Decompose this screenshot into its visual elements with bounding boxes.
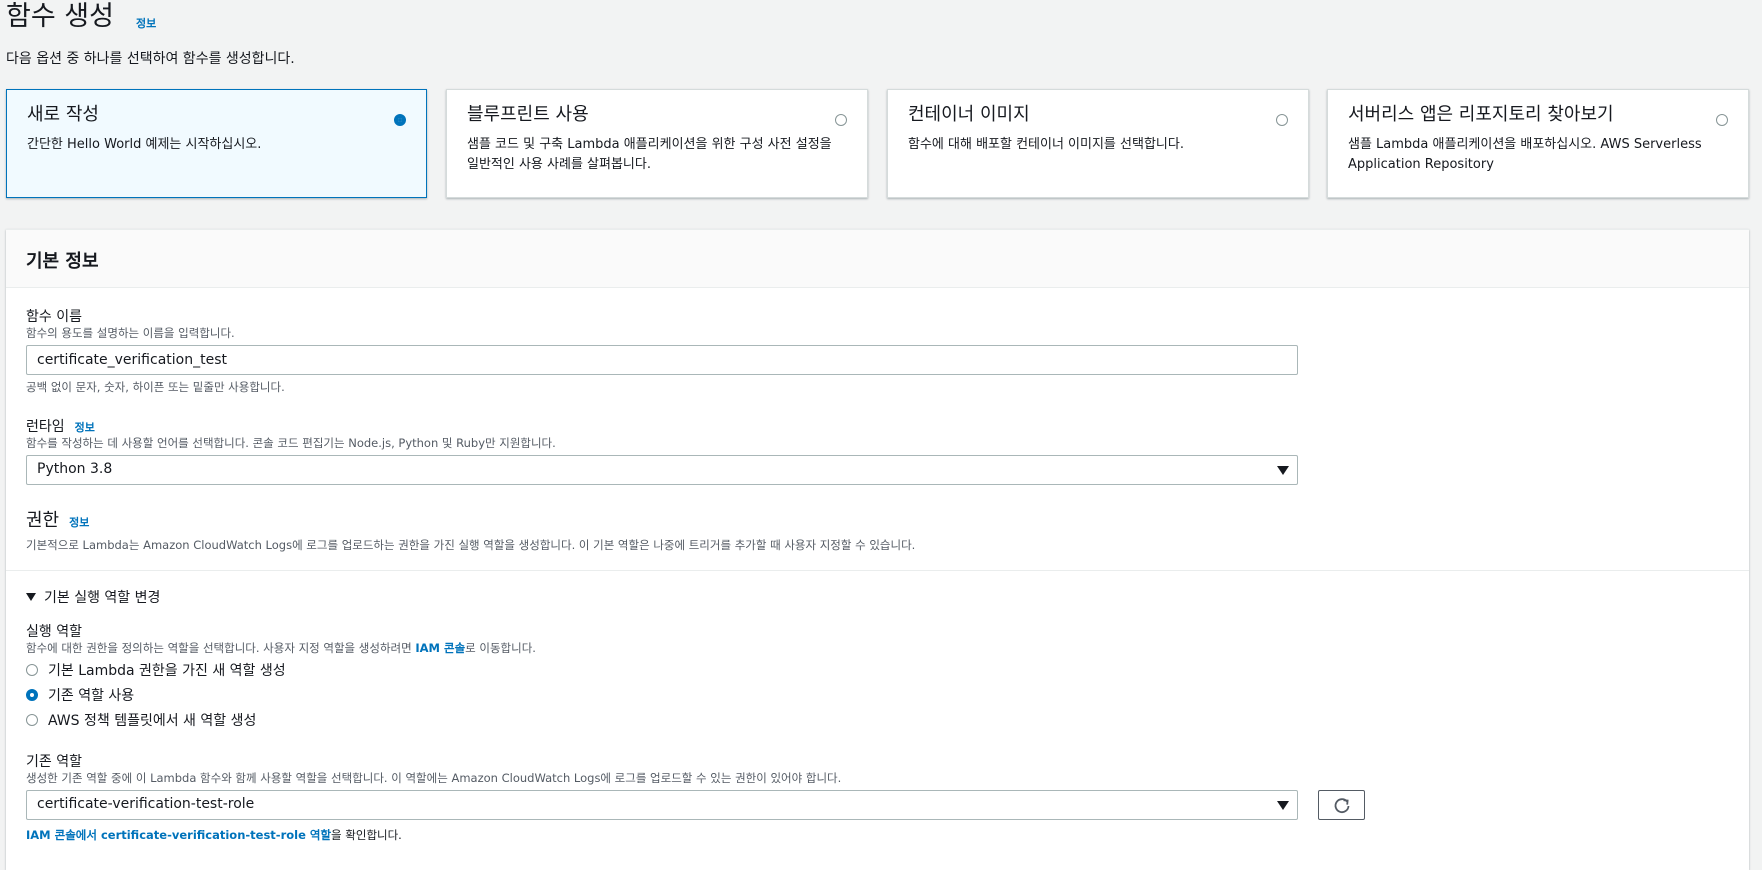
radio-button[interactable] xyxy=(26,664,38,676)
option-radio[interactable] xyxy=(1276,114,1288,126)
panel-header: 기본 정보 xyxy=(6,230,1749,288)
radio-label: AWS 정책 템플릿에서 새 역할 생성 xyxy=(48,713,257,729)
option-card-blueprint[interactable]: 블루프린트 사용 샘플 코드 및 구축 Lambda 애플리케이션을 위한 구성… xyxy=(446,89,868,198)
footer-suffix: 을 확인합니다. xyxy=(331,828,402,842)
option-card-author-from-scratch[interactable]: 새로 작성 간단한 Hello World 예제는 시작하십시오. xyxy=(6,89,427,198)
permissions-title: 권한 정보 xyxy=(26,506,89,532)
function-name-input[interactable] xyxy=(26,345,1298,375)
existing-role-select[interactable]: certificate-verification-test-role xyxy=(26,790,1298,820)
option-radio[interactable] xyxy=(835,114,847,126)
divider xyxy=(6,570,1749,571)
role-option-new-basic[interactable]: 기본 Lambda 권한을 가진 새 역할 생성 xyxy=(26,660,286,680)
description-text: 로 이동합니다. xyxy=(465,641,536,655)
page-title: 함수 생성 xyxy=(6,1,114,32)
radio-button[interactable] xyxy=(26,714,38,726)
radio-label: 기본 Lambda 권한을 가진 새 역할 생성 xyxy=(48,663,286,679)
option-description: 샘플 Lambda 애플리케이션을 배포하십시오. AWS Serverless… xyxy=(1348,137,1702,172)
caret-down-icon xyxy=(26,593,36,601)
permissions-info-link[interactable]: 정보 xyxy=(69,516,89,529)
option-card-serverless-repo[interactable]: 서버리스 앱은 리포지토리 찾아보기 샘플 Lambda 애플리케이션을 배포하… xyxy=(1327,89,1749,198)
option-description: 샘플 코드 및 구축 Lambda 애플리케이션을 위한 구성 사전 설정을 일… xyxy=(467,137,832,172)
option-radio[interactable] xyxy=(394,114,406,126)
role-option-existing[interactable]: 기존 역할 사용 xyxy=(26,685,134,705)
function-name-description: 함수의 용도를 설명하는 이름을 입력합니다. xyxy=(26,326,235,340)
iam-console-link[interactable]: IAM 콘솔 xyxy=(415,641,465,655)
iam-role-link[interactable]: IAM 콘솔에서 certificate-verification-test-r… xyxy=(26,828,331,842)
runtime-selected-value: Python 3.8 xyxy=(37,461,113,477)
function-name-hint: 공백 없이 문자, 숫자, 하이픈 또는 밑줄만 사용합니다. xyxy=(26,380,285,394)
radio-label: 기존 역할 사용 xyxy=(48,688,135,704)
option-title: 새로 작성 xyxy=(27,104,99,125)
change-execution-role-toggle[interactable]: 기본 실행 역할 변경 xyxy=(26,587,160,607)
existing-role-selected-value: certificate-verification-test-role xyxy=(37,796,255,812)
runtime-label-text: 런타임 xyxy=(26,419,65,435)
basic-info-panel: 기본 정보 함수 이름 함수의 용도를 설명하는 이름을 입력합니다. 공백 없… xyxy=(6,229,1749,870)
option-radio[interactable] xyxy=(1716,114,1728,126)
permissions-description: 기본적으로 Lambda는 Amazon CloudWatch Logs에 로그… xyxy=(26,538,916,552)
caret-down-icon xyxy=(1277,466,1289,475)
runtime-info-link[interactable]: 정보 xyxy=(75,421,95,434)
existing-role-footer: IAM 콘솔에서 certificate-verification-test-r… xyxy=(26,827,402,843)
runtime-label: 런타임 정보 xyxy=(26,416,95,436)
radio-button[interactable] xyxy=(26,689,38,701)
existing-role-label: 기존 역할 xyxy=(26,754,82,770)
option-title: 서버리스 앱은 리포지토리 찾아보기 xyxy=(1348,104,1614,125)
option-description: 간단한 Hello World 예제는 시작하십시오. xyxy=(27,137,262,152)
page-description: 다음 옵션 중 하나를 선택하여 함수를 생성합니다. xyxy=(6,51,295,67)
expand-label: 기본 실행 역할 변경 xyxy=(44,590,161,606)
caret-down-icon xyxy=(1277,801,1289,810)
option-title: 블루프린트 사용 xyxy=(467,104,589,125)
execution-role-label: 실행 역할 xyxy=(26,624,82,640)
runtime-description: 함수를 작성하는 데 사용할 언어를 선택합니다. 콘솔 코드 편집기는 Nod… xyxy=(26,436,556,450)
option-description: 함수에 대해 배포할 컨테이너 이미지를 선택합니다. xyxy=(908,137,1184,152)
refresh-icon xyxy=(1334,798,1350,814)
execution-role-description: 함수에 대한 권한을 정의하는 역할을 선택합니다. 사용자 지정 역할을 생성… xyxy=(26,640,536,656)
option-title: 컨테이너 이미지 xyxy=(908,104,1030,125)
refresh-button[interactable] xyxy=(1318,790,1365,820)
description-text: 함수에 대한 권한을 정의하는 역할을 선택합니다. 사용자 지정 역할을 생성… xyxy=(26,641,416,655)
info-link[interactable]: 정보 xyxy=(136,15,156,31)
option-card-container-image[interactable]: 컨테이너 이미지 함수에 대해 배포할 컨테이너 이미지를 선택합니다. xyxy=(887,89,1309,198)
permissions-title-text: 권한 xyxy=(26,510,60,531)
function-name-label: 함수 이름 xyxy=(26,309,82,325)
runtime-select[interactable]: Python 3.8 xyxy=(26,455,1298,485)
role-option-policy-template[interactable]: AWS 정책 템플릿에서 새 역할 생성 xyxy=(26,710,256,730)
existing-role-description: 생성한 기존 역할 중에 이 Lambda 함수와 함께 사용할 역할을 선택합… xyxy=(26,771,842,785)
